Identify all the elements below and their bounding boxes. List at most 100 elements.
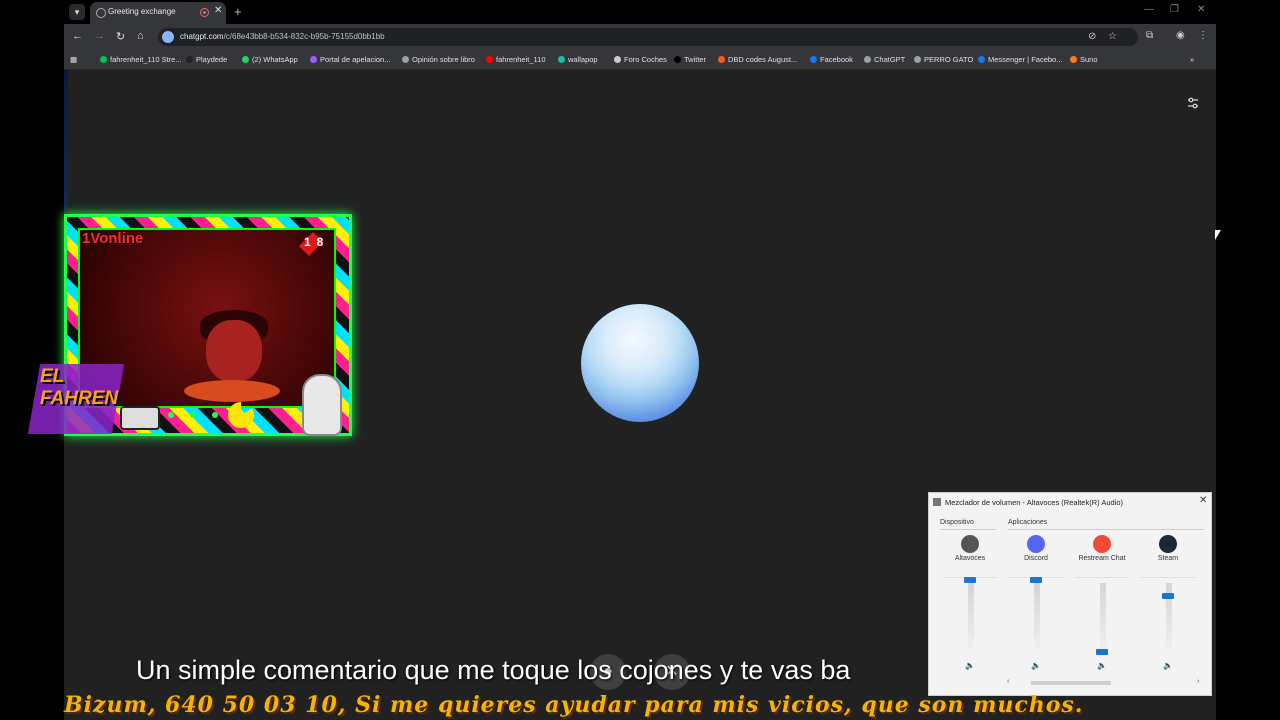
steam-icon[interactable] xyxy=(1159,535,1177,553)
mixer-channel: Restream Chat 🔈 xyxy=(1071,533,1133,683)
forward-icon[interactable]: → xyxy=(94,30,105,42)
volume-mixer-window: Mezclador de volumen - Altavoces (Realte… xyxy=(928,492,1212,696)
bookmark-item[interactable]: (2) WhatsApp xyxy=(242,55,298,64)
bookmark-favicon-icon xyxy=(186,56,193,63)
tab-close-icon[interactable]: ✕ xyxy=(214,5,222,16)
bookmark-item[interactable]: fahrenheit_110 Stre... xyxy=(100,55,182,64)
mute-speaker-icon[interactable]: 🔈 xyxy=(1163,661,1173,670)
bookmark-item[interactable]: fahrenheit_110 xyxy=(486,55,546,64)
bookmark-label: Portal de apelacion... xyxy=(320,55,391,64)
bookmark-label: PERRO GATO xyxy=(924,55,974,64)
mixer-scrollbar[interactable]: ‹ › xyxy=(1007,678,1203,687)
pacman-dot xyxy=(168,412,174,418)
apps-section-label: Aplicaciones xyxy=(1008,519,1048,526)
browser-toolbar: ← → ↻ ⌂ chatgpt.com/c/68e43bb8-b534-832c… xyxy=(64,24,1216,50)
mixer-channel: Altavoces 🔈 xyxy=(939,533,1001,683)
scroll-left-icon[interactable]: ‹ xyxy=(1007,678,1009,685)
bookmark-item[interactable]: Suno xyxy=(1070,55,1098,64)
voice-settings-icon[interactable] xyxy=(1186,96,1200,110)
apps-section-rule xyxy=(1008,529,1204,530)
device-section-rule xyxy=(940,529,996,530)
mute-speaker-icon[interactable]: 🔈 xyxy=(1031,661,1041,670)
mute-speaker-icon[interactable]: 🔈 xyxy=(1097,661,1107,670)
voice-orb[interactable] xyxy=(581,304,699,422)
url-host: chatgpt.com xyxy=(180,32,224,41)
volume-slider-track[interactable] xyxy=(1034,583,1040,649)
tab-favicon-icon xyxy=(96,8,106,18)
bookmark-star-icon[interactable]: ☆ xyxy=(1108,31,1117,42)
bookmark-item[interactable]: Messenger | Facebo... xyxy=(978,55,1062,64)
bookmark-item[interactable]: DBD codes August... xyxy=(718,55,797,64)
bookmark-item[interactable]: Facebook xyxy=(810,55,853,64)
restream-icon[interactable] xyxy=(1093,535,1111,553)
mouse-cursor-icon xyxy=(1215,230,1221,240)
bookmark-item[interactable]: Opinión sobre libro xyxy=(402,55,475,64)
device-section-label: Dispositivo xyxy=(940,519,974,526)
online-label: 1Vonline xyxy=(82,230,144,247)
minimize-icon[interactable]: — xyxy=(1144,4,1154,15)
restore-icon[interactable]: ❐ xyxy=(1170,4,1179,15)
new-tab-button[interactable]: + xyxy=(234,4,242,19)
bookmark-favicon-icon xyxy=(718,56,725,63)
menu-kebab-icon[interactable]: ⋮ xyxy=(1198,30,1208,41)
tab-strip: ▾ Greeting exchange ✕ + — ❐ ✕ xyxy=(64,0,1216,24)
extensions-icon[interactable]: ⧉ xyxy=(1146,30,1153,41)
mixer-close-icon[interactable]: ✕ xyxy=(1199,495,1207,506)
scroll-right-icon[interactable]: › xyxy=(1197,678,1199,685)
mixer-channel-label: Restream Chat xyxy=(1078,555,1126,562)
bookmark-item[interactable]: Portal de apelacion... xyxy=(310,55,390,64)
bookmark-label: Facebook xyxy=(820,55,853,64)
bookmark-item[interactable]: wallapop xyxy=(558,55,598,64)
mute-speaker-icon[interactable]: 🔈 xyxy=(965,661,975,670)
bookmark-item[interactable]: Playdede xyxy=(186,55,227,64)
reload-icon[interactable]: ↻ xyxy=(116,30,125,43)
eye-off-icon[interactable]: ⊘ xyxy=(1088,31,1096,42)
mixer-channel-rule xyxy=(1075,577,1129,578)
back-icon[interactable]: ← xyxy=(72,30,83,42)
bookmark-label: fahrenheit_110 xyxy=(496,55,546,64)
window-close-icon[interactable]: ✕ xyxy=(1197,4,1205,15)
more-bookmarks-icon[interactable]: » xyxy=(1190,55,1194,64)
speaker-device-icon[interactable] xyxy=(961,535,979,553)
mixer-channel-label: Altavoces xyxy=(954,555,986,562)
discord-icon[interactable] xyxy=(1027,535,1045,553)
site-info-icon[interactable] xyxy=(162,31,174,43)
tab-search-button[interactable]: ▾ xyxy=(69,4,85,20)
mixer-window-icon xyxy=(933,498,941,506)
bookmark-label: Foro Coches xyxy=(624,55,667,64)
bookmark-favicon-icon xyxy=(558,56,565,63)
volume-slider-thumb[interactable] xyxy=(1162,592,1174,599)
volume-slider-track[interactable] xyxy=(1100,583,1106,649)
bookmark-favicon-icon xyxy=(310,56,317,63)
bookmark-label: (2) WhatsApp xyxy=(252,55,298,64)
webcam-overlay: 1Vonline 18 EL FAHREN xyxy=(27,214,352,436)
home-icon[interactable]: ⌂ xyxy=(137,30,144,42)
profile-avatar-icon[interactable]: ◉ xyxy=(1176,30,1185,41)
bookmark-item[interactable]: Twitter xyxy=(674,55,706,64)
streamer-logo: EL FAHREN xyxy=(40,366,119,409)
scroll-thumb[interactable] xyxy=(1031,681,1111,685)
volume-slider-thumb[interactable] xyxy=(1096,649,1108,655)
bookmark-item[interactable]: PERRO GATO xyxy=(914,55,973,64)
volume-slider-track[interactable] xyxy=(968,583,974,649)
apps-grid-icon[interactable]: ▦ xyxy=(70,55,77,64)
bookmark-label: Playdede xyxy=(196,55,228,64)
bookmark-favicon-icon xyxy=(864,56,871,63)
bookmark-item[interactable]: Foro Coches xyxy=(614,55,667,64)
address-bar[interactable]: chatgpt.com/c/68e43bb8-b534-832c-b95b-75… xyxy=(158,28,1138,46)
bookmark-favicon-icon xyxy=(810,56,817,63)
mixer-channel-label: Discord xyxy=(1024,555,1048,562)
bookmark-favicon-icon xyxy=(100,56,107,63)
url-text: chatgpt.com/c/68e43bb8-b534-832c-b95b-75… xyxy=(180,32,385,41)
volume-slider-thumb[interactable] xyxy=(1030,577,1042,583)
webcam-plate xyxy=(184,380,280,402)
bookmark-favicon-icon xyxy=(242,56,249,63)
bookmark-favicon-icon xyxy=(614,56,621,63)
bookmark-item[interactable]: ChatGPT xyxy=(864,55,905,64)
bookmark-favicon-icon xyxy=(914,56,921,63)
bookmark-favicon-icon xyxy=(674,56,681,63)
mixer-channel: Discord 🔈 xyxy=(1005,533,1067,683)
pacman-dot xyxy=(190,412,196,418)
browser-tab[interactable]: Greeting exchange ✕ xyxy=(90,2,226,24)
volume-slider-thumb[interactable] xyxy=(964,577,976,583)
